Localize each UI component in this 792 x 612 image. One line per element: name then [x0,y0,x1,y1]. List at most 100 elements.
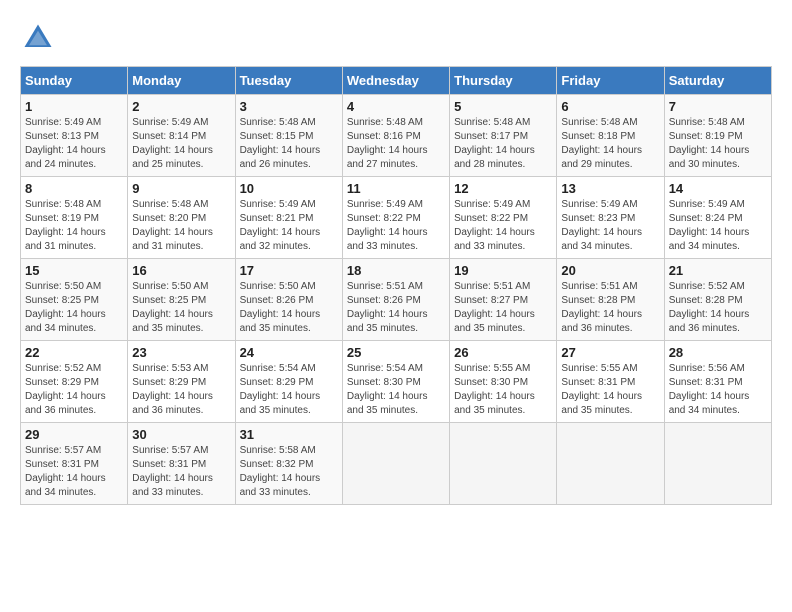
day-info: Sunrise: 5:50 AM Sunset: 8:25 PM Dayligh… [25,280,123,336]
day-info: Sunrise: 5:54 AM Sunset: 8:29 PM Dayligh… [240,362,338,418]
day-number: 31 [240,427,338,442]
day-cell: 23 Sunrise: 5:53 AM Sunset: 8:29 PM Dayli… [128,341,235,423]
col-header-sunday: Sunday [21,67,128,95]
day-info: Sunrise: 5:48 AM Sunset: 8:16 PM Dayligh… [347,116,445,172]
logo [20,20,60,56]
day-info: Sunrise: 5:49 AM Sunset: 8:24 PM Dayligh… [669,198,767,254]
day-info: Sunrise: 5:49 AM Sunset: 8:13 PM Dayligh… [25,116,123,172]
day-cell: 29 Sunrise: 5:57 AM Sunset: 8:31 PM Dayli… [21,423,128,505]
calendar-table: SundayMondayTuesdayWednesdayThursdayFrid… [20,66,772,505]
day-cell: 12 Sunrise: 5:49 AM Sunset: 8:22 PM Dayli… [450,177,557,259]
day-number: 9 [132,181,230,196]
day-number: 20 [561,263,659,278]
day-info: Sunrise: 5:48 AM Sunset: 8:15 PM Dayligh… [240,116,338,172]
day-cell: 14 Sunrise: 5:49 AM Sunset: 8:24 PM Dayli… [664,177,771,259]
col-header-tuesday: Tuesday [235,67,342,95]
day-cell: 22 Sunrise: 5:52 AM Sunset: 8:29 PM Dayli… [21,341,128,423]
day-cell: 7Sunrise: 5:48 AM Sunset: 8:19 PM Daylig… [664,95,771,177]
day-number: 27 [561,345,659,360]
day-info: Sunrise: 5:56 AM Sunset: 8:31 PM Dayligh… [669,362,767,418]
day-info: Sunrise: 5:49 AM Sunset: 8:22 PM Dayligh… [454,198,552,254]
day-number: 25 [347,345,445,360]
day-cell: 27 Sunrise: 5:55 AM Sunset: 8:31 PM Dayli… [557,341,664,423]
day-cell: 31 Sunrise: 5:58 AM Sunset: 8:32 PM Dayli… [235,423,342,505]
day-info: Sunrise: 5:55 AM Sunset: 8:30 PM Dayligh… [454,362,552,418]
day-cell: 30 Sunrise: 5:57 AM Sunset: 8:31 PM Dayli… [128,423,235,505]
day-cell: 6 Sunrise: 5:48 AM Sunset: 8:18 PM Daylig… [557,95,664,177]
day-info: Sunrise: 5:55 AM Sunset: 8:31 PM Dayligh… [561,362,659,418]
day-cell [342,423,449,505]
day-number: 18 [347,263,445,278]
day-number: 8 [25,181,123,196]
day-cell: 5Sunrise: 5:48 AM Sunset: 8:17 PM Daylig… [450,95,557,177]
day-info: Sunrise: 5:50 AM Sunset: 8:25 PM Dayligh… [132,280,230,336]
day-number: 29 [25,427,123,442]
week-row-4: 29 Sunrise: 5:57 AM Sunset: 8:31 PM Dayli… [21,423,772,505]
day-cell: 26 Sunrise: 5:55 AM Sunset: 8:30 PM Dayli… [450,341,557,423]
day-info: Sunrise: 5:52 AM Sunset: 8:28 PM Dayligh… [669,280,767,336]
day-number: 4 [347,99,445,114]
col-header-wednesday: Wednesday [342,67,449,95]
day-number: 30 [132,427,230,442]
day-cell: 9 Sunrise: 5:48 AM Sunset: 8:20 PM Daylig… [128,177,235,259]
day-number: 1 [25,99,123,114]
day-number: 12 [454,181,552,196]
day-cell: 28 Sunrise: 5:56 AM Sunset: 8:31 PM Dayli… [664,341,771,423]
day-number: 19 [454,263,552,278]
day-info: Sunrise: 5:48 AM Sunset: 8:19 PM Dayligh… [669,116,767,172]
day-info: Sunrise: 5:48 AM Sunset: 8:20 PM Dayligh… [132,198,230,254]
day-info: Sunrise: 5:57 AM Sunset: 8:31 PM Dayligh… [25,444,123,500]
day-cell: 11 Sunrise: 5:49 AM Sunset: 8:22 PM Dayli… [342,177,449,259]
week-row-0: 1 Sunrise: 5:49 AM Sunset: 8:13 PM Daylig… [21,95,772,177]
day-info: Sunrise: 5:54 AM Sunset: 8:30 PM Dayligh… [347,362,445,418]
day-cell: 13 Sunrise: 5:49 AM Sunset: 8:23 PM Dayli… [557,177,664,259]
day-info: Sunrise: 5:49 AM Sunset: 8:21 PM Dayligh… [240,198,338,254]
day-cell: 17 Sunrise: 5:50 AM Sunset: 8:26 PM Dayli… [235,259,342,341]
col-header-thursday: Thursday [450,67,557,95]
day-info: Sunrise: 5:52 AM Sunset: 8:29 PM Dayligh… [25,362,123,418]
day-number: 6 [561,99,659,114]
day-info: Sunrise: 5:51 AM Sunset: 8:26 PM Dayligh… [347,280,445,336]
day-number: 28 [669,345,767,360]
day-info: Sunrise: 5:53 AM Sunset: 8:29 PM Dayligh… [132,362,230,418]
day-info: Sunrise: 5:49 AM Sunset: 8:23 PM Dayligh… [561,198,659,254]
day-number: 3 [240,99,338,114]
day-cell: 8Sunrise: 5:48 AM Sunset: 8:19 PM Daylig… [21,177,128,259]
day-number: 22 [25,345,123,360]
day-cell: 25 Sunrise: 5:54 AM Sunset: 8:30 PM Dayli… [342,341,449,423]
day-number: 23 [132,345,230,360]
day-cell: 24Sunrise: 5:54 AM Sunset: 8:29 PM Dayli… [235,341,342,423]
day-cell: 1 Sunrise: 5:49 AM Sunset: 8:13 PM Daylig… [21,95,128,177]
day-info: Sunrise: 5:50 AM Sunset: 8:26 PM Dayligh… [240,280,338,336]
day-info: Sunrise: 5:51 AM Sunset: 8:27 PM Dayligh… [454,280,552,336]
week-row-2: 15 Sunrise: 5:50 AM Sunset: 8:25 PM Dayli… [21,259,772,341]
day-cell: 21Sunrise: 5:52 AM Sunset: 8:28 PM Dayli… [664,259,771,341]
day-cell [664,423,771,505]
logo-icon [20,20,56,56]
day-info: Sunrise: 5:57 AM Sunset: 8:31 PM Dayligh… [132,444,230,500]
day-number: 13 [561,181,659,196]
day-cell: 16 Sunrise: 5:50 AM Sunset: 8:25 PM Dayli… [128,259,235,341]
day-number: 11 [347,181,445,196]
day-cell [450,423,557,505]
day-cell: 3 Sunrise: 5:48 AM Sunset: 8:15 PM Daylig… [235,95,342,177]
day-cell: 10 Sunrise: 5:49 AM Sunset: 8:21 PM Dayli… [235,177,342,259]
day-cell: 20 Sunrise: 5:51 AM Sunset: 8:28 PM Dayli… [557,259,664,341]
day-number: 5 [454,99,552,114]
day-info: Sunrise: 5:58 AM Sunset: 8:32 PM Dayligh… [240,444,338,500]
day-number: 10 [240,181,338,196]
col-header-friday: Friday [557,67,664,95]
day-number: 16 [132,263,230,278]
day-cell: 4 Sunrise: 5:48 AM Sunset: 8:16 PM Daylig… [342,95,449,177]
day-number: 26 [454,345,552,360]
day-number: 14 [669,181,767,196]
day-number: 17 [240,263,338,278]
day-info: Sunrise: 5:48 AM Sunset: 8:18 PM Dayligh… [561,116,659,172]
day-cell: 18 Sunrise: 5:51 AM Sunset: 8:26 PM Dayli… [342,259,449,341]
day-info: Sunrise: 5:49 AM Sunset: 8:22 PM Dayligh… [347,198,445,254]
day-number: 15 [25,263,123,278]
day-info: Sunrise: 5:51 AM Sunset: 8:28 PM Dayligh… [561,280,659,336]
week-row-1: 8Sunrise: 5:48 AM Sunset: 8:19 PM Daylig… [21,177,772,259]
page-header [20,20,772,56]
day-cell: 15 Sunrise: 5:50 AM Sunset: 8:25 PM Dayli… [21,259,128,341]
